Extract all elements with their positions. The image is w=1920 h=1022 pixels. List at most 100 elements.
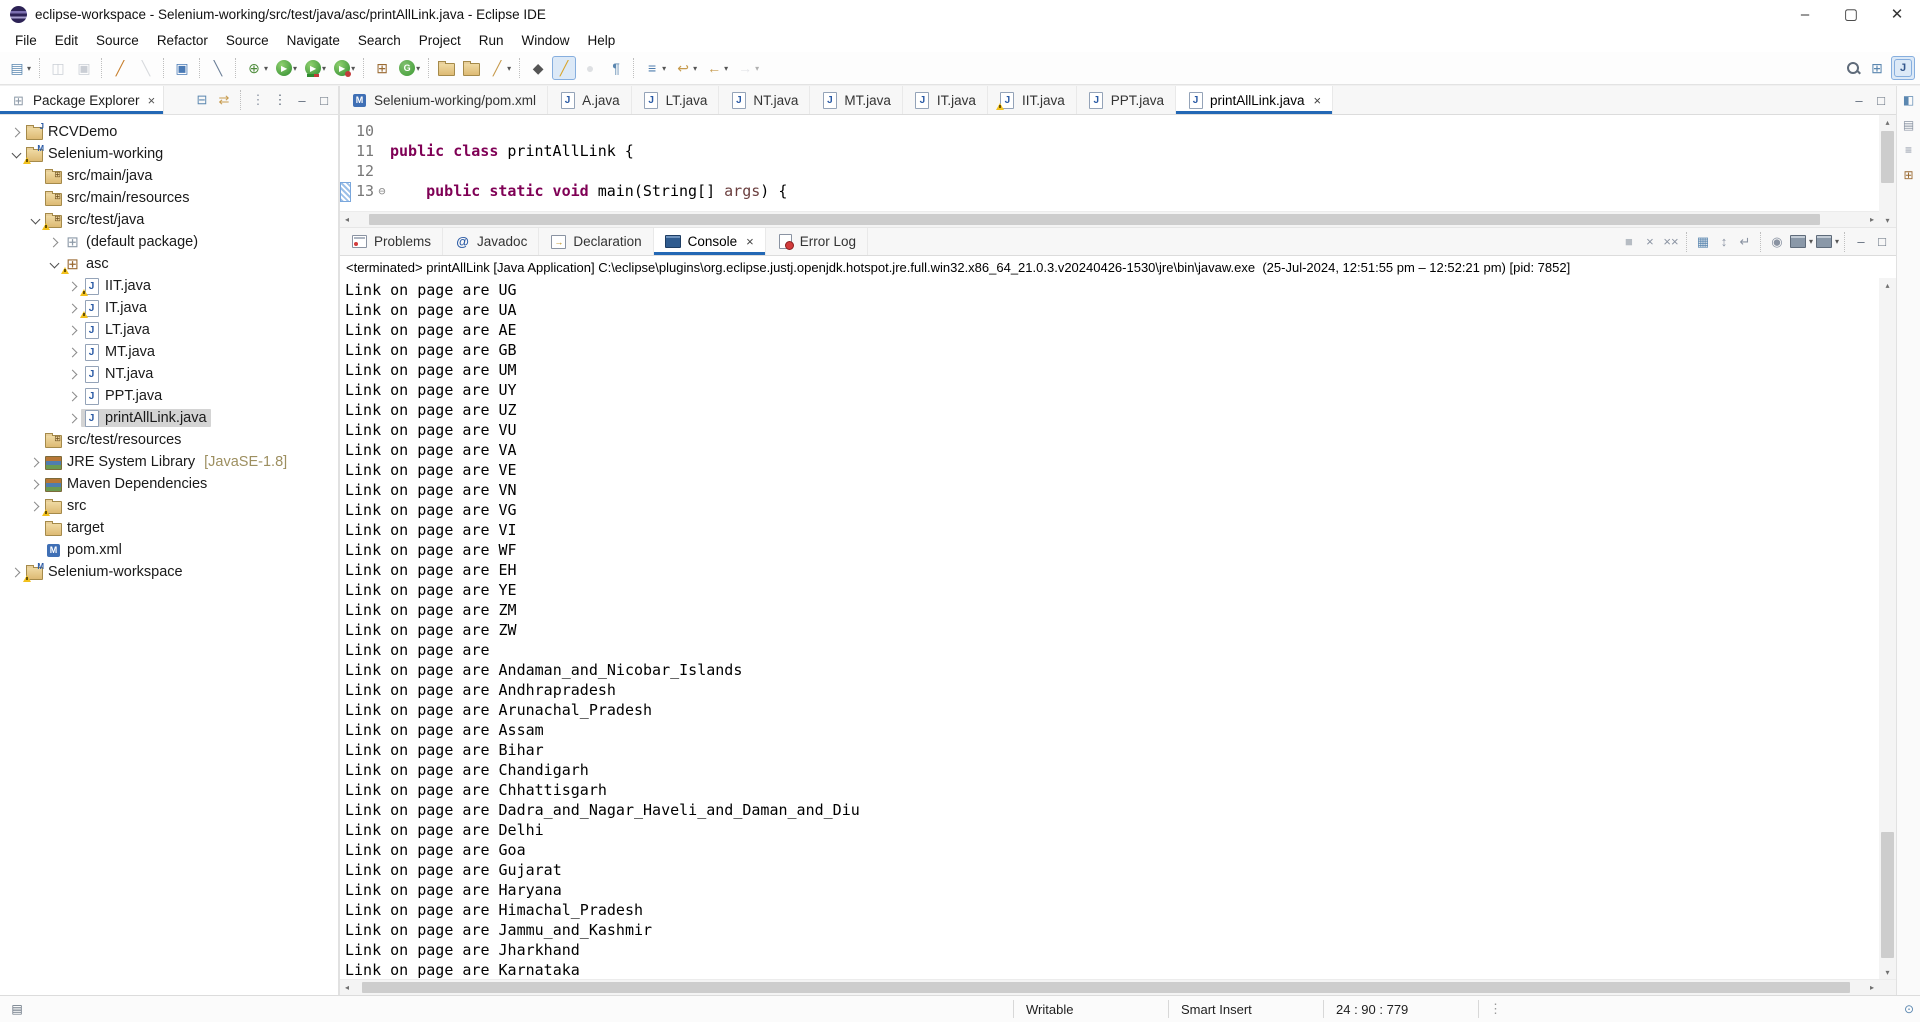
open-perspective-icon[interactable]: ⊞ — [1865, 56, 1889, 80]
menu-refactor[interactable]: Refactor — [148, 31, 217, 50]
brush-icon[interactable]: ╱▾ — [485, 56, 514, 80]
tree-item-selenium-workspace[interactable]: MSelenium-workspace — [0, 561, 338, 583]
coverage-icon[interactable]: ▶▾ — [302, 57, 329, 79]
minimize-window-icon[interactable]: – — [1782, 0, 1828, 28]
dropdown-arrow-icon[interactable]: ▾ — [1835, 237, 1839, 246]
open-console-icon[interactable] — [1814, 232, 1834, 252]
editor-tab-iit-java[interactable]: JIIT.java — [988, 86, 1077, 114]
terminate-icon[interactable]: ■ — [1619, 232, 1639, 252]
tree-item-printalllink-java[interactable]: JprintAllLink.java — [0, 407, 338, 429]
editor-hscroll-thumb[interactable] — [369, 214, 1820, 225]
tree-item-selenium-working[interactable]: MSelenium-working — [0, 143, 338, 165]
dropdown-arrow-icon[interactable]: ▾ — [322, 64, 326, 73]
chevron-right-icon[interactable] — [27, 498, 43, 514]
console-tab-console[interactable]: Console× — [654, 228, 766, 255]
chevron-down-icon[interactable] — [8, 146, 24, 162]
editor-tab-printalllink-java[interactable]: JprintAllLink.java× — [1176, 86, 1333, 114]
tree-item-default-package[interactable]: ⊞(default package) — [0, 231, 338, 253]
collapse-all-icon[interactable]: ⊟ — [192, 90, 212, 110]
restore-pane-icon[interactable]: ◧ — [1900, 91, 1918, 109]
scroll-up-icon[interactable]: ▴ — [1885, 115, 1889, 129]
dropdown-arrow-icon[interactable]: ▾ — [1809, 237, 1813, 246]
open-task-icon[interactable]: ▣ — [170, 56, 194, 80]
close-tab-icon[interactable]: × — [1314, 93, 1322, 108]
scroll-up-icon[interactable]: ▴ — [1885, 278, 1889, 292]
search-icon[interactable] — [1843, 58, 1863, 78]
minimized-view-icon[interactable]: ▤ — [1900, 116, 1918, 134]
back-icon[interactable]: ←▾ — [702, 56, 731, 80]
focus-icon[interactable]: ⋮ — [248, 90, 268, 110]
fold-marker-icon[interactable]: ⊖ — [374, 184, 390, 198]
menu-source[interactable]: Source — [87, 31, 148, 50]
pen-icon[interactable]: ╲ — [206, 56, 230, 80]
menu-edit[interactable]: Edit — [46, 31, 87, 50]
dropdown-arrow-icon[interactable]: ▾ — [264, 64, 268, 73]
new-java-project-icon[interactable]: ⊞ — [370, 56, 394, 80]
scroll-left-icon[interactable]: ◂ — [340, 983, 354, 992]
scroll-lock-icon[interactable]: ↕ — [1714, 232, 1734, 252]
scroll-down-icon[interactable]: ▾ — [1885, 965, 1889, 979]
dropdown-arrow-icon[interactable]: ▾ — [351, 64, 355, 73]
menu-help[interactable]: Help — [579, 31, 625, 50]
scroll-left-icon[interactable]: ◂ — [340, 215, 354, 224]
close-window-icon[interactable]: ✕ — [1874, 0, 1920, 28]
tree-item-lt-java[interactable]: JLT.java — [0, 319, 338, 341]
chevron-right-icon[interactable] — [65, 344, 81, 360]
console-tab-declaration[interactable]: →Declaration — [539, 228, 653, 255]
tree-item-iit-java[interactable]: JIIT.java — [0, 275, 338, 297]
chevron-right-icon[interactable] — [8, 564, 24, 580]
tree-item-src-main-java[interactable]: src/main/java — [0, 165, 338, 187]
pin-editor-icon[interactable]: ◆ — [526, 56, 550, 80]
editor-tab-a-java[interactable]: JA.java — [548, 86, 632, 114]
chevron-right-icon[interactable] — [65, 278, 81, 294]
dropdown-arrow-icon[interactable]: ▾ — [293, 64, 297, 73]
new-wizard-icon[interactable]: ▤▾ — [5, 56, 34, 80]
word-wrap-icon[interactable]: ↵ — [1735, 232, 1755, 252]
display-console-icon[interactable] — [1788, 232, 1808, 252]
remove-all-launches-icon[interactable]: ×× — [1661, 232, 1681, 252]
last-edit-location-icon[interactable]: ↩▾ — [671, 56, 700, 80]
editor-tab-mt-java[interactable]: JMT.java — [810, 86, 903, 114]
remove-launch-icon[interactable]: × — [1640, 232, 1660, 252]
code-area[interactable]: 1011public class printAllLink {1213⊖ pub… — [340, 115, 1879, 211]
chevron-right-icon[interactable] — [65, 300, 81, 316]
tree-item-target[interactable]: target — [0, 517, 338, 539]
tree-item-src-test-java[interactable]: src/test/java — [0, 209, 338, 231]
editor-tab-nt-java[interactable]: JNT.java — [719, 86, 810, 114]
minimize-editor-icon[interactable]: – — [1849, 90, 1869, 110]
console-hscroll-thumb[interactable] — [362, 982, 1850, 993]
save-icon[interactable]: ◫ — [46, 56, 70, 80]
sphere-icon[interactable]: ● — [578, 56, 602, 80]
chevron-right-icon[interactable] — [65, 322, 81, 338]
menu-window[interactable]: Window — [513, 31, 579, 50]
debug-icon[interactable]: ⊕▾ — [242, 56, 271, 80]
chevron-down-icon[interactable] — [46, 256, 62, 272]
clear-console-icon[interactable]: ▦ — [1693, 232, 1713, 252]
menu-source[interactable]: Source — [217, 31, 278, 50]
link-with-editor-icon[interactable]: ⇄ — [214, 90, 234, 110]
minimize-view-icon[interactable]: – — [1851, 232, 1871, 252]
tree-item-src-main-resources[interactable]: src/main/resources — [0, 187, 338, 209]
console-tab-error-log[interactable]: Error Log — [766, 228, 868, 255]
editor-tab-selenium-working-pom-xml[interactable]: MSelenium-working/pom.xml — [340, 86, 548, 114]
maximize-view-icon[interactable]: □ — [1872, 232, 1892, 252]
pencil-icon[interactable]: ╱ — [108, 56, 132, 80]
tree-item-src[interactable]: src — [0, 495, 338, 517]
scroll-right-icon[interactable]: ▸ — [1865, 215, 1879, 224]
editor-tab-ppt-java[interactable]: JPPT.java — [1077, 86, 1176, 114]
console-output[interactable]: Link on page are UGLink on page are UALi… — [340, 278, 1896, 979]
tree-item-mt-java[interactable]: JMT.java — [0, 341, 338, 363]
chevron-right-icon[interactable] — [27, 454, 43, 470]
chevron-right-icon[interactable] — [65, 388, 81, 404]
tree-item-pom-xml[interactable]: Mpom.xml — [0, 539, 338, 561]
tree-item-jre-system-library[interactable]: JRE System Library [JavaSE-1.8] — [0, 451, 338, 473]
forward-icon[interactable]: →▾ — [733, 56, 762, 80]
java-perspective-icon[interactable]: J — [1891, 56, 1915, 80]
menu-project[interactable]: Project — [410, 31, 470, 50]
menu-navigate[interactable]: Navigate — [278, 31, 349, 50]
import-folder-icon[interactable] — [460, 58, 483, 79]
mark-occurrences-icon[interactable]: ╱ — [552, 56, 576, 80]
show-whitespace-icon[interactable]: ¶ — [604, 56, 628, 80]
profile-icon[interactable]: ▶▾ — [331, 57, 358, 79]
chevron-right-icon[interactable] — [8, 124, 24, 140]
